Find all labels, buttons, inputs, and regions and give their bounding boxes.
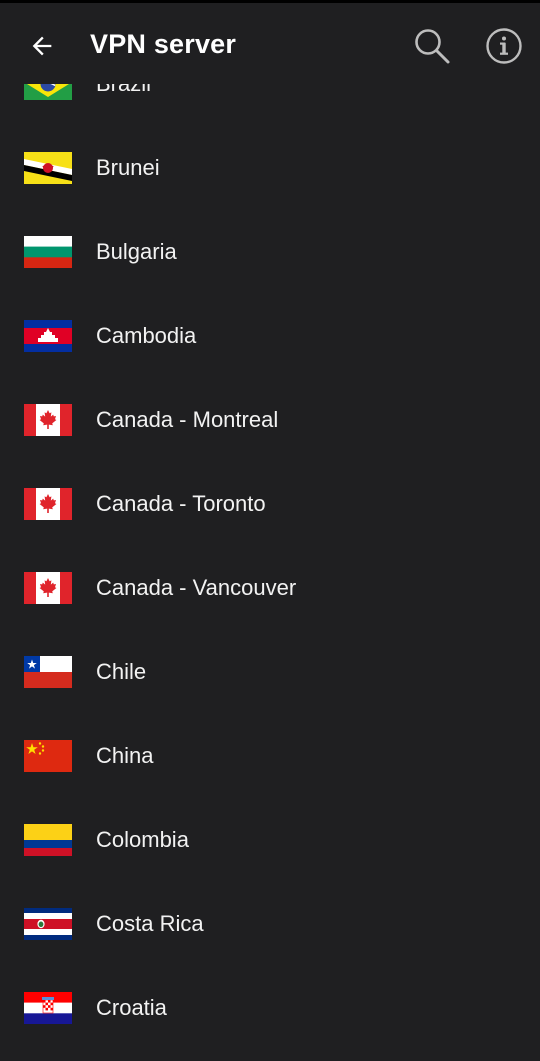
flag-brunei-icon bbox=[24, 152, 72, 184]
search-icon bbox=[415, 29, 450, 64]
server-row[interactable]: Canada - Montreal bbox=[0, 378, 540, 462]
server-name: Canada - Vancouver bbox=[96, 575, 297, 600]
server-name: Canada - Toronto bbox=[96, 491, 266, 516]
status-bar-edge bbox=[0, 0, 540, 3]
server-name: China bbox=[96, 743, 154, 768]
page-title: VPN server bbox=[90, 29, 237, 59]
server-row[interactable]: Cambodia bbox=[0, 294, 540, 378]
server-name: Cambodia bbox=[96, 323, 197, 348]
flag-cambodia-icon bbox=[24, 320, 72, 352]
server-row[interactable]: Chile bbox=[0, 630, 540, 714]
flag-croatia-icon bbox=[24, 992, 72, 1024]
server-name: Chile bbox=[96, 659, 147, 684]
server-name: Croatia bbox=[96, 995, 167, 1020]
app-bar: VPN server bbox=[0, 0, 540, 84]
server-row[interactable]: China bbox=[0, 714, 540, 798]
server-row[interactable]: Brunei bbox=[0, 126, 540, 210]
server-row[interactable]: Colombia bbox=[0, 798, 540, 882]
flag-canada-icon bbox=[24, 488, 72, 520]
flag-chile-icon bbox=[24, 656, 72, 688]
server-name: Brunei bbox=[96, 155, 160, 180]
server-name: Bulgaria bbox=[96, 239, 177, 264]
server-row[interactable]: Canada - Toronto bbox=[0, 462, 540, 546]
flag-costa-rica-icon bbox=[24, 908, 72, 940]
search-button[interactable] bbox=[410, 24, 454, 68]
server-row[interactable]: Costa Rica bbox=[0, 882, 540, 966]
flag-bulgaria-icon bbox=[24, 236, 72, 268]
server-name: Colombia bbox=[96, 827, 189, 852]
server-row[interactable]: Canada - Vancouver bbox=[0, 546, 540, 630]
flag-china-icon bbox=[24, 740, 72, 772]
back-button[interactable] bbox=[22, 26, 62, 66]
server-name: Canada - Montreal bbox=[96, 407, 279, 432]
server-name: Costa Rica bbox=[96, 911, 204, 936]
flag-canada-icon bbox=[24, 404, 72, 436]
server-row[interactable]: Bulgaria bbox=[0, 210, 540, 294]
server-row[interactable]: Croatia bbox=[0, 966, 540, 1050]
back-arrow-icon bbox=[32, 36, 52, 56]
flag-colombia-icon bbox=[24, 824, 72, 856]
flag-canada-icon bbox=[24, 572, 72, 604]
info-icon bbox=[486, 28, 522, 64]
server-list[interactable]: Brazil Brunei Bulgaria Cambodia Canada -… bbox=[0, 60, 540, 1061]
info-button[interactable] bbox=[482, 24, 526, 68]
